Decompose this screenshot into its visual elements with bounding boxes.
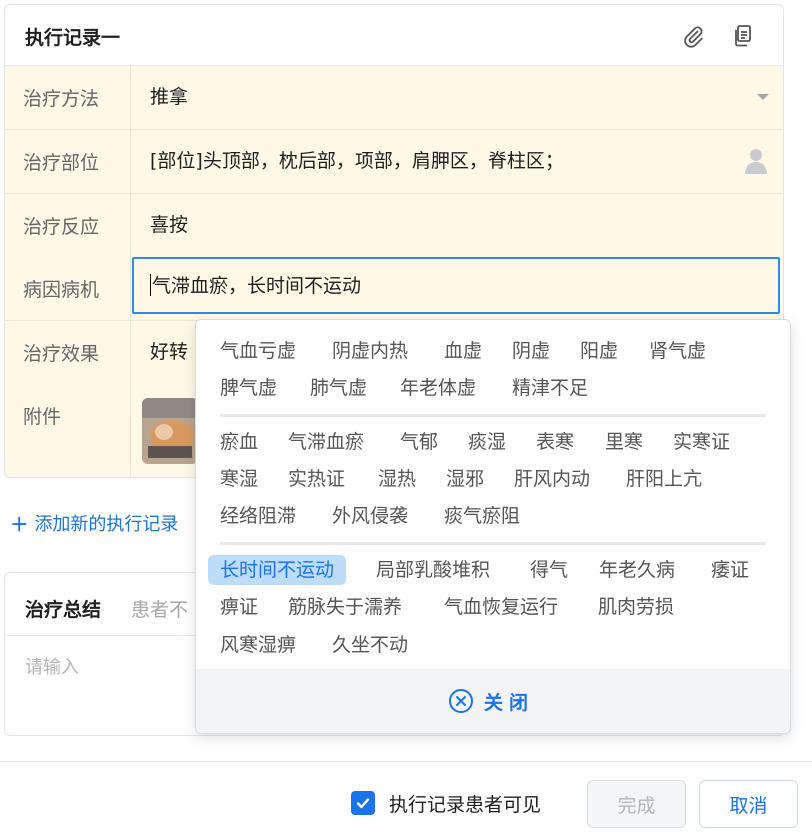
tag-option[interactable]: 气滞血瘀 [276, 427, 376, 457]
patient-visible-checkbox[interactable] [351, 791, 375, 815]
tag-option[interactable]: 久坐不动 [320, 630, 420, 660]
tag-option[interactable]: 年老久病 [587, 555, 687, 585]
row-label: 附件 [5, 384, 131, 477]
footer-divider [0, 761, 812, 762]
copy-icon[interactable] [730, 23, 756, 49]
close-popup-button[interactable]: 关闭 [448, 687, 534, 715]
plus-icon: + [10, 512, 29, 537]
close-circle-icon [449, 689, 473, 713]
tag-option[interactable]: 气血亏虚 [208, 336, 308, 366]
row-label: 病因病机 [5, 257, 131, 320]
group-divider [220, 414, 766, 417]
tag-option[interactable]: 血虚 [432, 336, 494, 366]
tag-option[interactable]: 脾气虚 [208, 373, 289, 403]
tag-option[interactable]: 肾气虚 [637, 336, 718, 366]
row-label: 治疗部位 [5, 130, 131, 193]
tag-option[interactable]: 肝阳上亢 [614, 464, 714, 494]
summary-title: 治疗总结 [25, 599, 102, 621]
tag-option[interactable]: 瘀血 [208, 427, 270, 457]
tag-option[interactable]: 筋脉失于濡养 [276, 592, 414, 622]
attachment-thumbnail[interactable] [142, 398, 198, 464]
tag-option[interactable]: 里寒 [593, 427, 655, 457]
row-label: 治疗效果 [5, 321, 131, 384]
cancel-button[interactable]: 取消 [699, 780, 798, 828]
row-treatment-reaction[interactable]: 治疗反应 喜按 [5, 194, 783, 258]
tag-option[interactable]: 气郁 [388, 427, 450, 457]
tag-option[interactable]: 阴虚 [500, 336, 562, 366]
tag-option[interactable]: 肺气虚 [298, 373, 379, 403]
record-title: 执行记录一 [25, 27, 121, 49]
tag-option[interactable]: 痰气瘀阻 [432, 501, 532, 531]
tag-option[interactable]: 痹证 [208, 592, 270, 622]
row-treatment-site[interactable]: 治疗部位 [部位]头顶部，枕后部，项部，肩胛区，脊柱区； [5, 130, 783, 194]
etiology-input[interactable]: 气滞血瘀，长时间不运动 [132, 257, 780, 314]
tag-option-selected[interactable]: 长时间不运动 [208, 555, 347, 585]
tag-option[interactable]: 湿邪 [434, 464, 496, 494]
tag-option[interactable]: 年老体虚 [388, 373, 488, 403]
etiology-value[interactable]: 气滞血瘀，长时间不运动 [150, 259, 361, 322]
treatment-effect-value: 好转 [150, 341, 189, 363]
tag-option[interactable]: 经络阻滞 [208, 501, 308, 531]
tag-option[interactable]: 精津不足 [500, 373, 600, 403]
treatment-reaction-value: 喜按 [150, 214, 189, 236]
row-treatment-method[interactable]: 治疗方法 推拿 [5, 66, 783, 130]
tag-option[interactable]: 痿证 [699, 555, 761, 585]
row-label: 治疗方法 [5, 66, 131, 129]
summary-note: 患者不 [131, 599, 189, 621]
tag-option[interactable]: 肌肉劳损 [586, 592, 686, 622]
person-icon[interactable] [745, 148, 767, 178]
row-etiology: 病因病机 气滞血瘀，长时间不运动 [5, 257, 783, 321]
tag-option[interactable]: 实热证 [276, 464, 357, 494]
tag-option[interactable]: 局部乳酸堆积 [364, 555, 502, 585]
tag-option[interactable]: 寒湿 [208, 464, 270, 494]
tag-option[interactable]: 肝风内动 [502, 464, 602, 494]
add-record-link[interactable]: + 添加新的执行记录 [10, 510, 178, 537]
tag-option[interactable]: 气血恢复运行 [432, 592, 570, 622]
treatment-method-value: 推拿 [150, 86, 189, 108]
row-label: 治疗反应 [5, 194, 131, 257]
tag-option[interactable]: 得气 [518, 555, 580, 585]
popup-footer: 关闭 [196, 669, 790, 733]
tag-option[interactable]: 湿热 [366, 464, 428, 494]
dropdown-arrow-icon[interactable] [757, 94, 769, 100]
treatment-site-value: [部位]头顶部，枕后部，项部，肩胛区，脊柱区； [150, 150, 564, 172]
tag-option[interactable]: 外风侵袭 [320, 501, 420, 531]
checkbox-label[interactable]: 执行记录患者可见 [389, 790, 541, 817]
tag-option[interactable]: 阴虚内热 [320, 336, 420, 366]
etiology-suggestion-popup: 气血亏虚 阴虚内热 血虚 阴虚 阳虚 肾气虚 脾气虚 肺气虚 年老体虚 精津不足… [195, 319, 791, 734]
tag-option[interactable]: 风寒湿痹 [208, 630, 308, 660]
done-button[interactable]: 完成 [587, 780, 686, 828]
summary-input[interactable]: 请输入 [25, 653, 79, 679]
tag-option[interactable]: 实寒证 [661, 427, 742, 457]
paperclip-icon[interactable] [680, 23, 706, 49]
group-divider [220, 542, 766, 545]
tag-option[interactable]: 表寒 [524, 427, 586, 457]
tag-option[interactable]: 痰湿 [456, 427, 518, 457]
tag-option[interactable]: 阳虚 [568, 336, 630, 366]
card-header: 执行记录一 [5, 5, 783, 66]
